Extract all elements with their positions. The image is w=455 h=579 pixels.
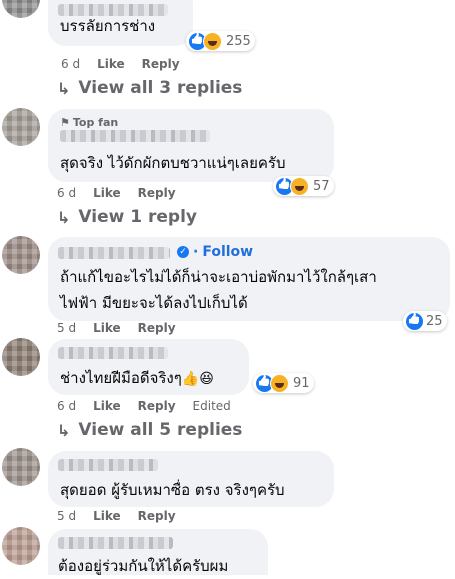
reply-button[interactable]: Reply — [138, 399, 176, 413]
timestamp[interactable]: 6 d — [57, 186, 76, 200]
comment-bubble: ✓ · Follow ถ้าแก้ไขอะไรไม่ได้ก็น่าจะเอาบ… — [48, 237, 450, 321]
timestamp[interactable]: 6 d — [61, 57, 80, 71]
top-fan-badge: ⚑ Top fan — [60, 116, 119, 129]
reaction-summary[interactable]: 57 — [273, 176, 334, 196]
follow-link[interactable]: ✓ · Follow — [177, 244, 253, 260]
reaction-count: 91 — [293, 375, 310, 391]
comment-meta: 6 d Like Reply Edited — [57, 399, 248, 413]
timestamp[interactable]: 5 d — [57, 321, 76, 335]
comment-meta: 5 d Like Reply — [57, 321, 193, 335]
haha-reaction-icon — [290, 176, 309, 196]
commenter-name[interactable] — [60, 130, 210, 142]
reply-button[interactable]: Reply — [142, 57, 180, 71]
follow-label: Follow — [202, 244, 254, 260]
comment-text: สุดจริง ไว้ดักผักตบชวาแน่ๆเลยครับ — [60, 154, 286, 172]
commenter-name[interactable] — [58, 537, 173, 549]
comment-text-line-1: ถ้าแก้ไขอะไรไม่ได้ก็น่าจะเอาบ่อพักมาไว้ใ… — [60, 268, 377, 286]
comment-meta: 5 d Like Reply — [57, 509, 193, 523]
commenter-name[interactable] — [58, 247, 170, 259]
comment-meta: 6 d Like Reply — [57, 186, 193, 200]
reply-arrow-icon: ↳ — [57, 78, 71, 98]
view-replies-link[interactable]: ↳ View 1 reply — [57, 207, 197, 227]
comment-text: บรรลัยการช่าง — [60, 17, 156, 35]
reaction-count: 255 — [226, 33, 251, 49]
view-replies-label: View 1 reply — [78, 207, 197, 227]
avatar[interactable] — [2, 108, 40, 146]
comment-bubble: บรรลัยการช่าง — [48, 0, 193, 46]
timestamp[interactable]: 5 d — [57, 509, 76, 523]
timestamp[interactable]: 6 d — [57, 399, 76, 413]
like-button[interactable]: Like — [97, 57, 125, 71]
reply-arrow-icon: ↳ — [57, 420, 71, 440]
comment-bubble: ต้องอยู่ร่วมกันให้ได้ครับผม — [48, 529, 268, 575]
like-button[interactable]: Like — [93, 321, 121, 335]
reply-button[interactable]: Reply — [138, 186, 176, 200]
comment-bubble: สุดยอด ผู้รับเหมาซื่อ ตรง จริงๆครับ — [48, 451, 334, 507]
reaction-count: 25 — [426, 313, 443, 329]
like-button[interactable]: Like — [93, 509, 121, 523]
view-replies-link[interactable]: ↳ View all 5 replies — [57, 420, 242, 440]
comment-meta: 6 d Like Reply — [61, 57, 197, 71]
reply-button[interactable]: Reply — [138, 509, 176, 523]
reply-arrow-icon: ↳ — [57, 207, 71, 227]
avatar[interactable] — [2, 527, 40, 565]
avatar[interactable] — [2, 0, 40, 18]
commenter-name[interactable] — [58, 347, 168, 359]
haha-reaction-icon — [203, 31, 222, 51]
avatar[interactable] — [2, 448, 40, 486]
comment-text-line-2: ไฟฟ้า มีขยะจะได้ลงไปเก็บได้ — [60, 294, 248, 312]
avatar[interactable] — [2, 338, 40, 376]
comment-bubble: ⚑ Top fan สุดจริง ไว้ดักผักตบชวาแน่ๆเลยค… — [48, 109, 334, 182]
view-replies-label: View all 3 replies — [78, 78, 243, 98]
verified-badge-icon: ✓ — [177, 246, 189, 258]
emoji-text: 👍😆 — [181, 371, 214, 387]
reaction-summary[interactable]: 255 — [186, 31, 255, 51]
like-reaction-icon — [405, 311, 424, 331]
like-button[interactable]: Like — [93, 186, 121, 200]
commenter-name[interactable] — [58, 459, 158, 471]
reply-button[interactable]: Reply — [138, 321, 176, 335]
view-replies-label: View all 5 replies — [78, 420, 243, 440]
like-button[interactable]: Like — [93, 399, 121, 413]
comment-text: ช่างไทยฝีมือดีจริงๆ👍😆 — [60, 369, 214, 387]
comment-text: ต้องอยู่ร่วมกันให้ได้ครับผม — [58, 557, 229, 575]
view-replies-link[interactable]: ↳ View all 3 replies — [57, 78, 242, 98]
edited-label[interactable]: Edited — [193, 399, 231, 413]
reaction-summary[interactable]: 25 — [403, 311, 447, 331]
follow-dot: · — [193, 244, 199, 260]
comment-text: สุดยอด ผู้รับเหมาซื่อ ตรง จริงๆครับ — [60, 481, 285, 499]
comment-bubble: ช่างไทยฝีมือดีจริงๆ👍😆 — [48, 339, 249, 395]
reaction-summary[interactable]: 91 — [253, 373, 314, 393]
avatar[interactable] — [2, 236, 40, 274]
top-fan-icon: ⚑ — [60, 116, 70, 129]
haha-reaction-icon — [270, 373, 289, 393]
reaction-count: 57 — [313, 178, 330, 194]
